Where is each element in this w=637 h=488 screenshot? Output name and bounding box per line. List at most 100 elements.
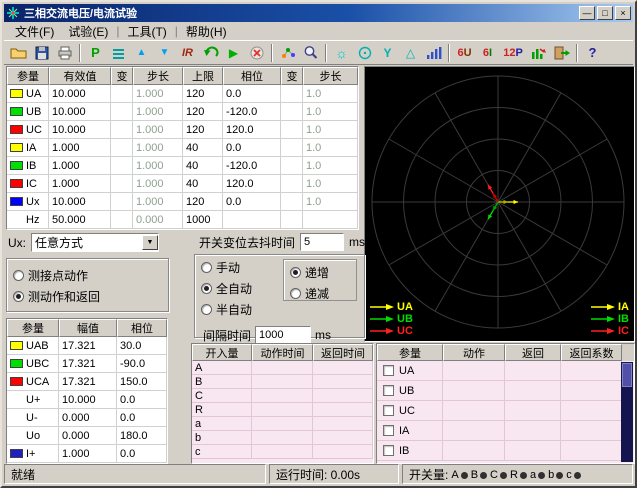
phase-step-cell[interactable]: 1.0 — [303, 157, 358, 175]
phasor-points-button[interactable] — [276, 42, 299, 64]
limit-cell[interactable]: 120 — [183, 85, 223, 103]
phase-step-cell[interactable]: 1.0 — [303, 121, 358, 139]
p-output-button[interactable]: P — [84, 42, 107, 64]
vary-cell[interactable] — [281, 211, 303, 229]
direction-option[interactable]: 递减 — [284, 283, 356, 304]
maximize-button[interactable]: □ — [597, 6, 613, 20]
step-cell[interactable]: 1.000 — [133, 103, 183, 121]
exit-button[interactable] — [550, 42, 573, 64]
vary-cell[interactable] — [281, 193, 303, 211]
vary-cell[interactable] — [111, 85, 133, 103]
limit-cell[interactable]: 120 — [183, 121, 223, 139]
checkbox[interactable] — [383, 425, 394, 436]
vary-cell[interactable] — [111, 121, 133, 139]
scrollbar-thumb[interactable] — [622, 363, 632, 387]
checkbox[interactable] — [383, 385, 394, 396]
phase-step-cell[interactable] — [303, 211, 358, 229]
phase-cell[interactable]: 120.0 — [223, 175, 281, 193]
circle-view-button[interactable] — [353, 42, 376, 64]
direction-option[interactable]: 递增 — [284, 262, 356, 283]
stop-button[interactable] — [245, 42, 268, 64]
six-u-button[interactable]: 6U — [453, 42, 476, 64]
phase-cell[interactable] — [223, 211, 281, 229]
menu-item[interactable]: 帮助(H) — [179, 22, 234, 41]
print-button[interactable] — [53, 42, 76, 64]
ir-button[interactable]: IR — [176, 42, 199, 64]
phase-cell[interactable]: -120.0 — [223, 103, 281, 121]
contact-mode-option[interactable]: 测动作和返回 — [7, 286, 168, 307]
limit-cell[interactable]: 40 — [183, 157, 223, 175]
six-i-button[interactable]: 6I — [476, 42, 499, 64]
limit-cell[interactable]: 120 — [183, 103, 223, 121]
phase-step-cell[interactable]: 1.0 — [303, 103, 358, 121]
vary-cell[interactable] — [111, 157, 133, 175]
auto-mode-option[interactable]: 全自动 — [195, 278, 283, 299]
step-down-button[interactable]: ▼ — [153, 42, 176, 64]
rms-cell[interactable]: 10.000 — [49, 103, 111, 121]
step-up-button[interactable]: ▲ — [130, 42, 153, 64]
harmonics-button[interactable] — [422, 42, 445, 64]
vary-cell[interactable] — [281, 139, 303, 157]
help-button[interactable]: ? — [581, 42, 604, 64]
debounce-input[interactable] — [300, 233, 344, 251]
start-button[interactable]: ▶ — [222, 42, 245, 64]
close-button[interactable]: × — [615, 6, 631, 20]
vary-cell[interactable] — [111, 103, 133, 121]
vary-cell[interactable] — [281, 157, 303, 175]
phase-cell[interactable]: 0.0 — [223, 85, 281, 103]
phase-cell[interactable]: 0.0 — [223, 193, 281, 211]
phase-cell[interactable]: 120.0 — [223, 121, 281, 139]
step-cell[interactable]: 1.000 — [133, 121, 183, 139]
checkbox[interactable] — [383, 445, 394, 456]
phase-cell[interactable]: 0.0 — [223, 139, 281, 157]
vary-cell[interactable] — [111, 175, 133, 193]
open-button[interactable] — [7, 42, 30, 64]
limit-cell[interactable]: 120 — [183, 193, 223, 211]
undo-button[interactable] — [199, 42, 222, 64]
parallel-lines-button[interactable] — [107, 42, 130, 64]
step-cell[interactable]: 1.000 — [133, 157, 183, 175]
checkbox[interactable] — [383, 405, 394, 416]
rms-cell[interactable]: 10.000 — [49, 193, 111, 211]
step-cell[interactable]: 1.000 — [133, 85, 183, 103]
vary-cell[interactable] — [111, 211, 133, 229]
rms-cell[interactable]: 10.000 — [49, 85, 111, 103]
phase-step-cell[interactable]: 1.0 — [303, 85, 358, 103]
interval-input[interactable] — [255, 326, 311, 344]
save-button[interactable] — [30, 42, 53, 64]
step-cell[interactable]: 1.000 — [133, 175, 183, 193]
vary-cell[interactable] — [111, 139, 133, 157]
vary-cell[interactable] — [281, 121, 303, 139]
twelve-p-button[interactable]: 12P — [499, 42, 527, 64]
vary-cell[interactable] — [111, 193, 133, 211]
rms-cell[interactable]: 1.000 — [49, 157, 111, 175]
auto-mode-option[interactable]: 手动 — [195, 257, 283, 278]
delta-button[interactable]: △ — [399, 42, 422, 64]
minimize-button[interactable]: — — [579, 6, 595, 20]
wye-button[interactable]: Y — [376, 42, 399, 64]
menu-item[interactable]: 试验(E) — [61, 22, 115, 41]
rms-cell[interactable]: 1.000 — [49, 139, 111, 157]
zoom-button[interactable] — [299, 42, 322, 64]
limit-cell[interactable]: 40 — [183, 175, 223, 193]
menu-item[interactable]: 工具(T) — [120, 22, 173, 41]
sequence-button[interactable] — [527, 42, 550, 64]
phase-step-cell[interactable]: 1.0 — [303, 175, 358, 193]
checkbox[interactable] — [383, 365, 394, 376]
limit-cell[interactable]: 1000 — [183, 211, 223, 229]
menu-item[interactable]: 文件(F) — [8, 22, 61, 41]
vertical-scrollbar[interactable] — [621, 362, 633, 462]
rms-cell[interactable]: 50.000 — [49, 211, 111, 229]
rms-cell[interactable]: 1.000 — [49, 175, 111, 193]
limit-cell[interactable]: 40 — [183, 139, 223, 157]
phase-step-cell[interactable]: 1.0 — [303, 193, 358, 211]
step-cell[interactable]: 1.000 — [133, 139, 183, 157]
vary-cell[interactable] — [281, 103, 303, 121]
ux-mode-select[interactable]: 任意方式 ▼ — [31, 233, 159, 252]
step-cell[interactable]: 1.000 — [133, 193, 183, 211]
step-cell[interactable]: 0.000 — [133, 211, 183, 229]
vary-cell[interactable] — [281, 175, 303, 193]
phase-step-cell[interactable]: 1.0 — [303, 139, 358, 157]
phase-cell[interactable]: -120.0 — [223, 157, 281, 175]
auto-mode-option[interactable]: 半自动 — [195, 299, 283, 320]
